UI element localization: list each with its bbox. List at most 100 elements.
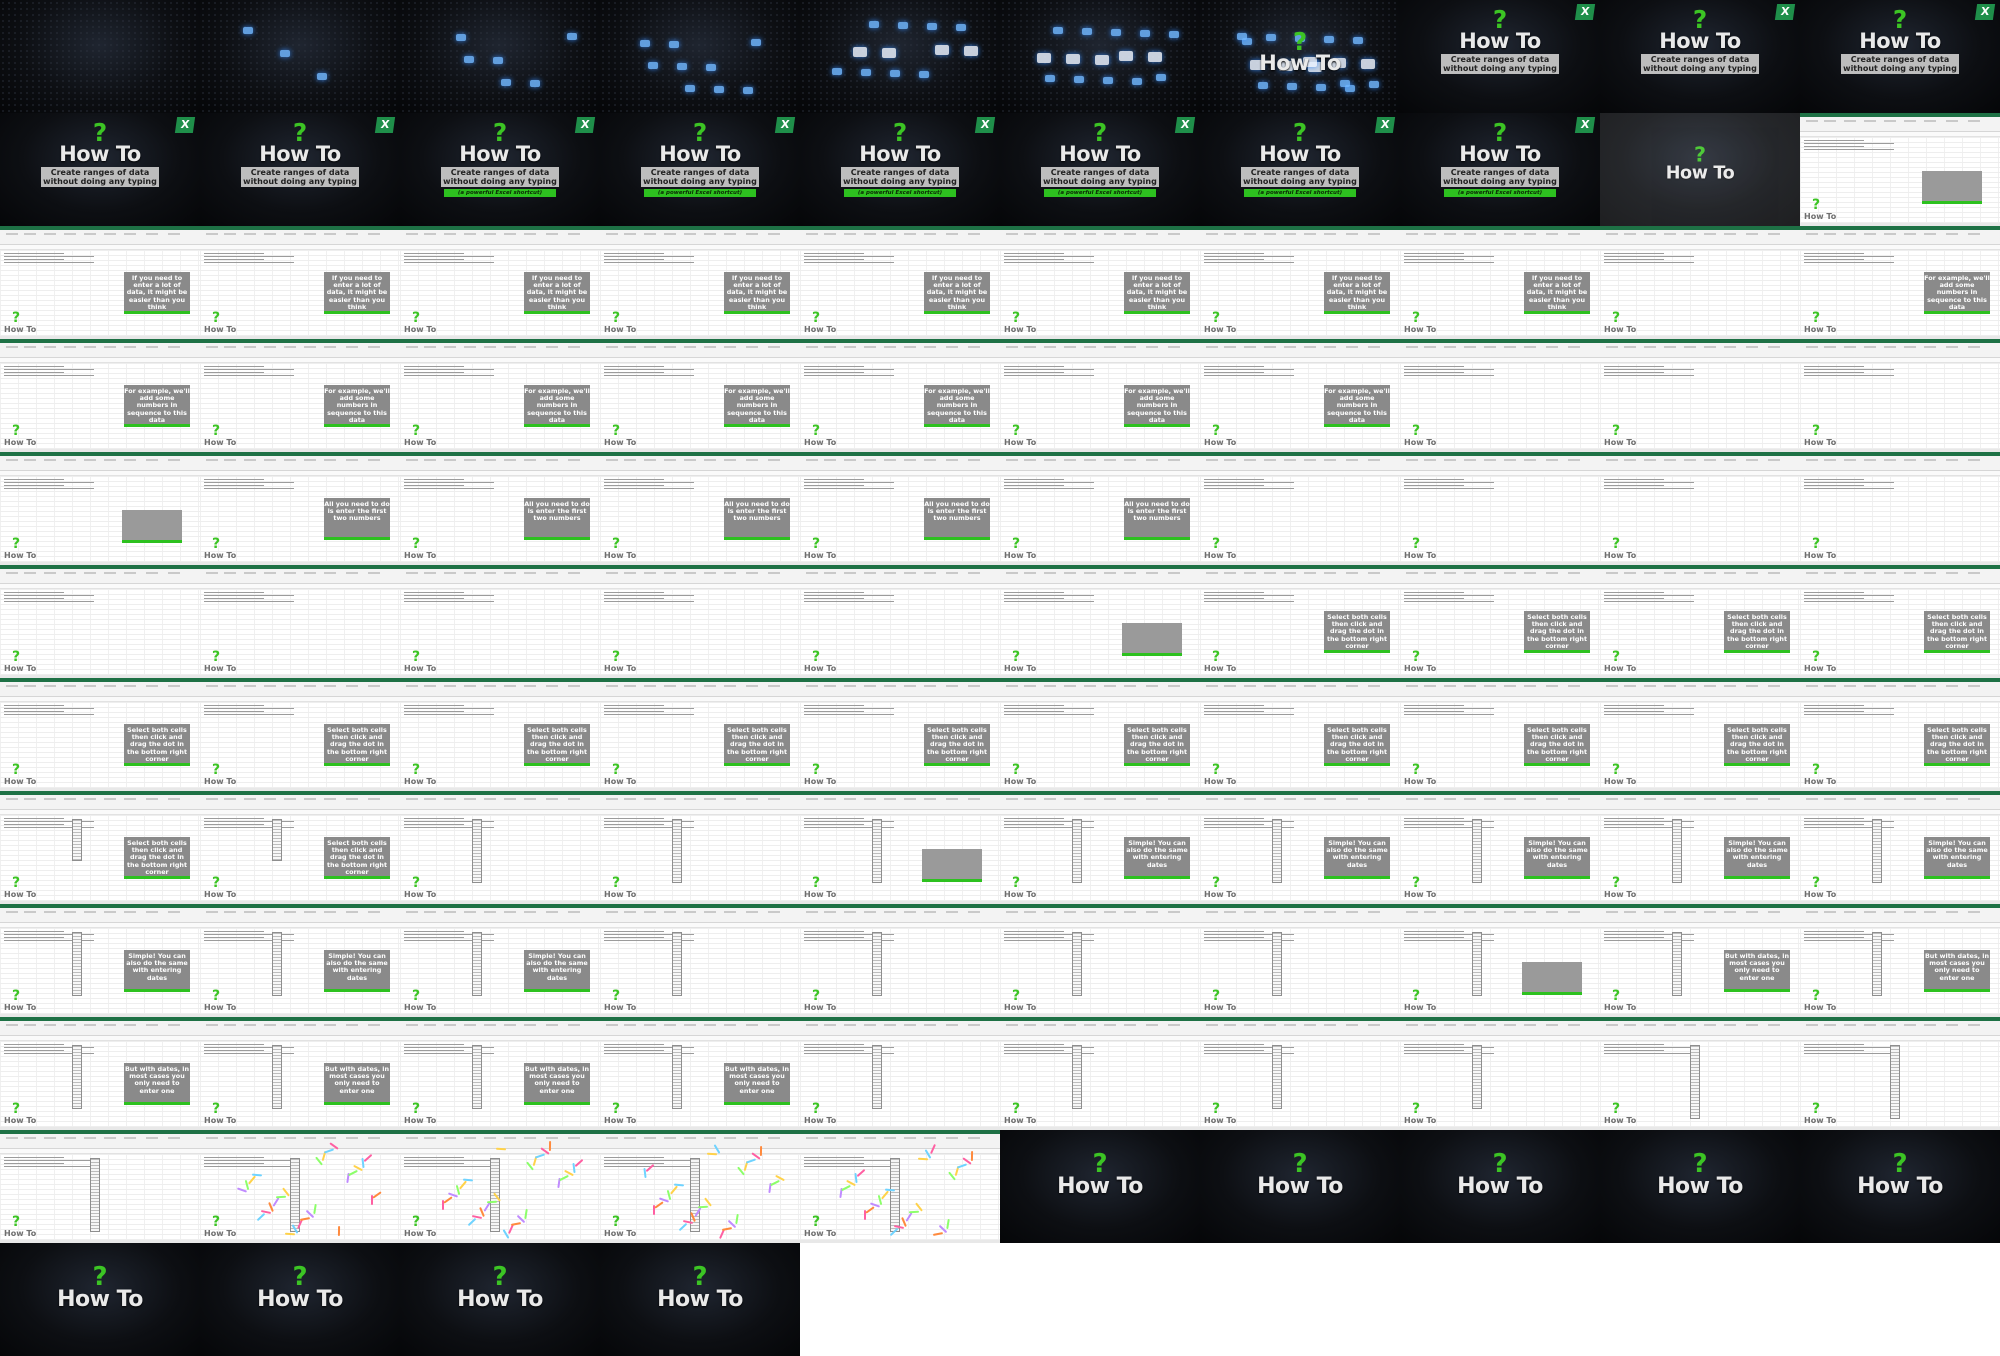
ribbon-item[interactable]: [1568, 459, 1580, 461]
filled-cell-range[interactable]: [1872, 932, 1882, 996]
ribbon-item[interactable]: [844, 346, 856, 348]
ribbon-item[interactable]: [1146, 459, 1158, 461]
ribbon-item[interactable]: [1968, 798, 1980, 800]
ribbon-item[interactable]: [224, 1024, 236, 1026]
ribbon-item[interactable]: [704, 459, 716, 461]
ribbon-item[interactable]: [624, 798, 636, 800]
ribbon-item[interactable]: [444, 572, 456, 574]
ribbon-item[interactable]: [844, 1137, 856, 1139]
ribbon-item[interactable]: [924, 572, 936, 574]
ribbon-item[interactable]: [206, 798, 218, 800]
ribbon-item[interactable]: [324, 798, 336, 800]
ribbon-item[interactable]: [1968, 1024, 1980, 1026]
ribbon-item[interactable]: [44, 911, 56, 913]
ribbon-item[interactable]: [1724, 572, 1736, 574]
ribbon-item[interactable]: [464, 233, 476, 235]
ribbon-item[interactable]: [304, 911, 316, 913]
ribbon-item[interactable]: [664, 798, 676, 800]
ribbon-item[interactable]: [864, 1024, 876, 1026]
ribbon-item[interactable]: [1524, 798, 1536, 800]
ribbon-item[interactable]: [806, 1137, 818, 1139]
ribbon-item[interactable]: [1904, 685, 1916, 687]
ribbon-item[interactable]: [1304, 572, 1316, 574]
ribbon-item[interactable]: [1024, 798, 1036, 800]
ribbon-item[interactable]: [904, 1137, 916, 1139]
ribbon-item[interactable]: [1824, 346, 1836, 348]
ribbon-item[interactable]: [1284, 798, 1296, 800]
ribbon-item[interactable]: [1806, 459, 1818, 461]
ribbon-item[interactable]: [844, 685, 856, 687]
ribbon-item[interactable]: [1264, 572, 1276, 574]
ribbon-item[interactable]: [1206, 459, 1218, 461]
ribbon-item[interactable]: [524, 572, 536, 574]
ribbon-item[interactable]: [346, 911, 358, 913]
ribbon-item[interactable]: [724, 346, 736, 348]
ribbon-item[interactable]: [1006, 572, 1018, 574]
ribbon-item[interactable]: [624, 233, 636, 235]
ribbon-item[interactable]: [224, 459, 236, 461]
ribbon-item[interactable]: [968, 798, 980, 800]
ribbon-item[interactable]: [1484, 233, 1496, 235]
ribbon-item[interactable]: [264, 685, 276, 687]
ribbon-item[interactable]: [1664, 459, 1676, 461]
ribbon-item[interactable]: [424, 685, 436, 687]
filled-cell-range[interactable]: [272, 932, 282, 996]
ribbon-item[interactable]: [264, 233, 276, 235]
ribbon-item[interactable]: [1746, 685, 1758, 687]
ribbon-item[interactable]: [1006, 685, 1018, 687]
ribbon-item[interactable]: [768, 233, 780, 235]
ribbon-item[interactable]: [1824, 233, 1836, 235]
ribbon-item[interactable]: [64, 911, 76, 913]
filled-cell-range[interactable]: [1272, 1045, 1282, 1109]
ribbon-item[interactable]: [1644, 1024, 1656, 1026]
ribbon-item[interactable]: [1844, 1024, 1856, 1026]
ribbon-item[interactable]: [884, 233, 896, 235]
ribbon-item[interactable]: [324, 233, 336, 235]
ribbon-item[interactable]: [6, 1137, 18, 1139]
ribbon-item[interactable]: [168, 685, 180, 687]
ribbon-item[interactable]: [664, 1024, 676, 1026]
ribbon-item[interactable]: [304, 1024, 316, 1026]
ribbon-item[interactable]: [424, 911, 436, 913]
ribbon-item[interactable]: [1824, 798, 1836, 800]
ribbon-item[interactable]: [504, 685, 516, 687]
ribbon-item[interactable]: [84, 1137, 96, 1139]
ribbon-item[interactable]: [1724, 1024, 1736, 1026]
ribbon-item[interactable]: [224, 911, 236, 913]
ribbon-item[interactable]: [546, 233, 558, 235]
ribbon-item[interactable]: [1368, 233, 1380, 235]
ribbon-item[interactable]: [1768, 798, 1780, 800]
ribbon-item[interactable]: [1606, 798, 1618, 800]
ribbon-item[interactable]: [1324, 1024, 1336, 1026]
ribbon-item[interactable]: [864, 572, 876, 574]
ribbon-item[interactable]: [624, 911, 636, 913]
ribbon-item[interactable]: [1424, 459, 1436, 461]
ribbon-item[interactable]: [1104, 798, 1116, 800]
ribbon-item[interactable]: [684, 1024, 696, 1026]
ribbon-item[interactable]: [224, 685, 236, 687]
ribbon-item[interactable]: [64, 1137, 76, 1139]
ribbon-item[interactable]: [304, 233, 316, 235]
ribbon-item[interactable]: [1368, 911, 1380, 913]
ribbon-item[interactable]: [346, 685, 358, 687]
ribbon-item[interactable]: [346, 346, 358, 348]
ribbon-item[interactable]: [1946, 459, 1958, 461]
ribbon-item[interactable]: [704, 1024, 716, 1026]
ribbon-item[interactable]: [644, 911, 656, 913]
ribbon-item[interactable]: [1884, 346, 1896, 348]
ribbon-item[interactable]: [464, 685, 476, 687]
ribbon-item[interactable]: [168, 1024, 180, 1026]
ribbon-item[interactable]: [84, 685, 96, 687]
ribbon-item[interactable]: [1424, 572, 1436, 574]
ribbon-item[interactable]: [444, 346, 456, 348]
ribbon-item[interactable]: [1464, 233, 1476, 235]
ribbon-item[interactable]: [1824, 459, 1836, 461]
ribbon-item[interactable]: [1244, 911, 1256, 913]
ribbon-item[interactable]: [1606, 233, 1618, 235]
filled-cell-range[interactable]: [472, 1045, 482, 1109]
ribbon-item[interactable]: [1006, 346, 1018, 348]
ribbon-item[interactable]: [1244, 572, 1256, 574]
ribbon-item[interactable]: [24, 233, 36, 235]
ribbon-item[interactable]: [624, 459, 636, 461]
ribbon-item[interactable]: [1324, 346, 1336, 348]
